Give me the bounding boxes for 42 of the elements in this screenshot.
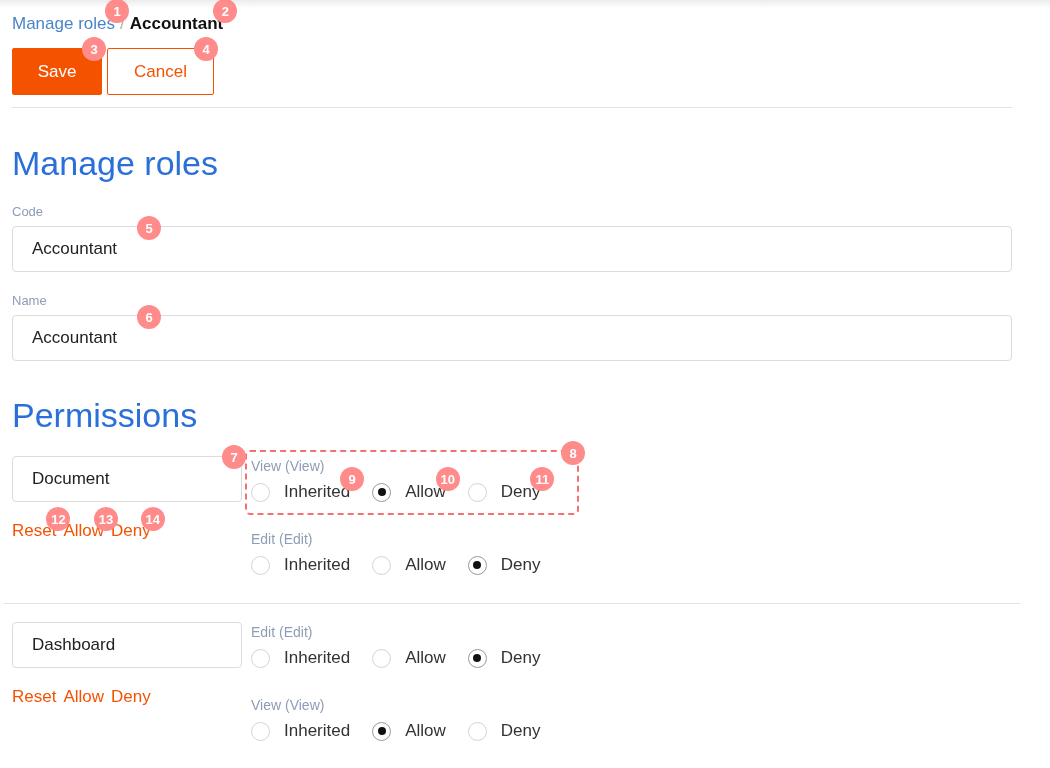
page-title: Manage roles bbox=[12, 143, 219, 183]
number-badge: 7 bbox=[222, 445, 246, 469]
permission-label: Edit (Edit) bbox=[251, 531, 314, 547]
action-link[interactable]: Deny bbox=[111, 688, 151, 706]
radio-button[interactable] bbox=[372, 648, 392, 668]
permission-label: View (View) bbox=[251, 458, 326, 474]
field-label: Code bbox=[12, 204, 45, 220]
action-link[interactable]: Reset bbox=[12, 688, 57, 706]
radio-button[interactable] bbox=[251, 721, 270, 741]
radio-label: Allow bbox=[405, 721, 446, 741]
resource-input[interactable]: Dashboard bbox=[12, 622, 242, 668]
action-link[interactable]: Allow bbox=[63, 688, 105, 706]
radio-label: Inherited bbox=[284, 482, 351, 502]
breadcrumb-link[interactable]: Manage roles bbox=[12, 14, 115, 34]
number-badge: 4 bbox=[194, 37, 218, 61]
number-badge: 5 bbox=[137, 216, 161, 240]
radio-label: Inherited bbox=[284, 648, 351, 668]
radio-button[interactable] bbox=[372, 482, 392, 502]
radio-label: Deny bbox=[500, 721, 541, 741]
radio-button[interactable] bbox=[251, 555, 270, 575]
radio-button[interactable] bbox=[251, 482, 270, 502]
section-title: Permissions bbox=[12, 395, 199, 435]
radio-button[interactable] bbox=[372, 721, 392, 741]
permission-label: Edit (Edit) bbox=[251, 624, 314, 640]
radio-label: Deny bbox=[500, 555, 541, 575]
radio-button[interactable] bbox=[251, 648, 270, 668]
permission-label: View (View) bbox=[251, 697, 326, 713]
radio-button[interactable] bbox=[372, 555, 392, 575]
radio-button[interactable] bbox=[467, 555, 487, 575]
radio-button[interactable] bbox=[467, 648, 487, 668]
radio-button[interactable] bbox=[467, 721, 487, 741]
radio-label: Allow bbox=[405, 555, 446, 575]
radio-label: Deny bbox=[500, 648, 541, 668]
number-badge: 3 bbox=[82, 37, 106, 61]
radio-button[interactable] bbox=[467, 482, 487, 502]
field-label: Name bbox=[12, 293, 48, 309]
number-badge: 6 bbox=[137, 305, 161, 329]
radio-label: Allow bbox=[405, 648, 446, 668]
number-badge: 8 bbox=[561, 441, 585, 465]
radio-label: Inherited bbox=[284, 721, 351, 741]
radio-label: Inherited bbox=[284, 555, 351, 575]
radio-label: Allow bbox=[405, 482, 446, 502]
